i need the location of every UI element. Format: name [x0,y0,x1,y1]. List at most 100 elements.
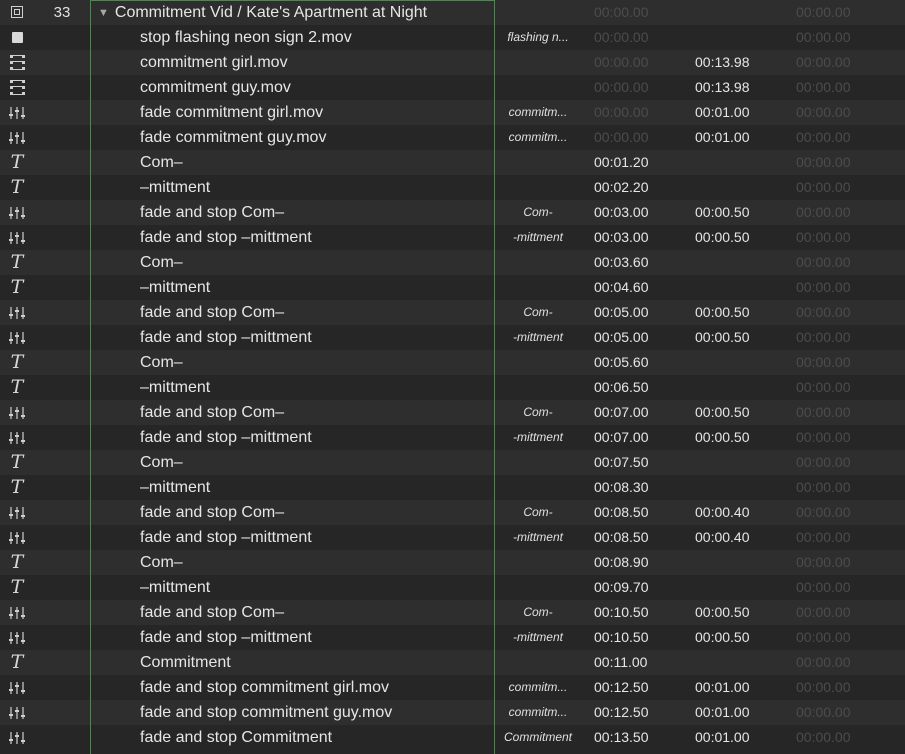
cue-name[interactable]: Com– [140,550,490,575]
cue-name[interactable]: fade and stop commitment girl.mov [140,675,490,700]
cue-row[interactable]: T Commitment 00:11.00 00:00.00 [0,650,905,675]
cue-name[interactable]: –mittment [140,375,490,400]
cue-number [34,350,90,375]
cue-name[interactable]: fade and stop –mittment [140,425,490,450]
cue-name[interactable]: fade and stop –mittment [140,325,490,350]
duration [695,475,775,500]
cue-name[interactable]: commitment guy.mov [140,75,490,100]
cue-row[interactable]: T –mittment 00:08.30 00:00.00 [0,475,905,500]
cue-row[interactable]: T –mittment 00:02.20 00:00.00 [0,175,905,200]
cue-row[interactable]: T Com– 00:07.50 00:00.00 [0,450,905,475]
cue-row[interactable]: commitment girl.mov 00:00.00 00:13.98 00:00… [0,50,905,75]
cue-name[interactable]: Com– [140,250,490,275]
cue-name[interactable]: fade and stop Com– [140,600,490,625]
cue-row[interactable]: T –mittment 00:06.50 00:00.00 [0,375,905,400]
text-icon: T [10,476,24,498]
cue-row[interactable]: fade and stop Com– Com- 00:03.00 00:00.50 00… [0,200,905,225]
cue-row[interactable]: T Com– 00:01.20 00:00.00 [0,150,905,175]
post-wait: 00:00.00 [796,254,851,270]
post-wait: 00:00.00 [796,654,851,670]
cue-row[interactable]: fade and stop –mittment -mittment 00:08.50… [0,525,905,550]
cue-row[interactable]: fade commitment guy.mov commitm... 00:00.0… [0,125,905,150]
cue-row[interactable]: stop flashing neon sign 2.mov flashing n.… [0,25,905,50]
cue-name[interactable]: –mittment [140,175,490,200]
text-icon: T [10,451,24,473]
cue-row[interactable]: commitment guy.mov 00:00.00 00:13.98 00:00.… [0,75,905,100]
text-icon: T [10,251,24,273]
fade-icon [0,400,34,425]
pre-wait: 00:00.00 [594,129,649,145]
cue-name[interactable]: Commitment [140,650,490,675]
cue-name[interactable]: fade commitment guy.mov [140,125,490,150]
cue-row[interactable]: T Com– 00:08.90 00:00.00 [0,550,905,575]
cue-name[interactable]: –mittment [140,275,490,300]
cue-name[interactable]: fade and stop –mittment [140,625,490,650]
cue-name[interactable]: fade and stop Commitment [140,725,490,750]
cue-number [34,700,90,725]
duration [695,450,775,475]
cue-row[interactable]: fade commitment girl.mov commitm... 00:00.… [0,100,905,125]
post-wait: 00:00.00 [796,229,851,245]
cue-name[interactable]: fade commitment girl.mov [140,100,490,125]
cue-target: Com- [523,405,553,419]
duration [695,375,775,400]
cue-target: commitm... [508,680,568,694]
post-wait: 00:00.00 [796,29,851,45]
group-cue-row[interactable]: 33 ▼ Commitment Vid / Kate's Apartment at… [0,0,905,25]
duration [695,250,775,275]
cue-row[interactable]: fade and stop –mittment -mittment 00:07.00… [0,425,905,450]
cue-number [34,425,90,450]
duration [695,650,775,675]
post-wait: 00:00.00 [796,54,851,70]
cue-number [34,75,90,100]
cue-name[interactable]: fade and stop –mittment [140,225,490,250]
cue-row[interactable]: fade and stop –mittment -mittment 00:10.50… [0,625,905,650]
duration: 00:00.50 [695,629,750,645]
cue-row[interactable]: fade and stop Com– Com- 00:10.50 00:00.50 00… [0,600,905,625]
cue-target [497,475,579,500]
cue-name[interactable]: fade and stop Com– [140,500,490,525]
cue-name[interactable]: –mittment [140,475,490,500]
cue-row[interactable]: T –mittment 00:09.70 00:00.00 [0,575,905,600]
cue-name[interactable]: fade and stop –mittment [140,525,490,550]
cue-name[interactable]: fade and stop Com– [140,200,490,225]
cue-name[interactable]: –mittment [140,575,490,600]
cue-row[interactable]: fade and stop Com– Com- 00:08.50 00:00.40 00… [0,500,905,525]
pre-wait: 00:12.50 [594,704,649,720]
cue-row[interactable]: fade and stop Com– Com- 00:05.00 00:00.50 00… [0,300,905,325]
pre-wait: 00:05.00 [594,329,649,345]
fade-icon [0,125,34,150]
cue-name[interactable]: fade and stop Com– [140,400,490,425]
cue-row[interactable]: fade and stop –mittment -mittment 00:03.00… [0,225,905,250]
cue-target [497,450,579,475]
cue-name[interactable]: Com– [140,150,490,175]
text-icon: T [10,376,24,398]
duration: 00:00.50 [695,204,750,220]
cue-target [497,575,579,600]
duration: 00:13.98 [695,54,750,70]
disclosure-triangle-icon[interactable]: ▼ [98,1,109,25]
cue-target [497,275,579,300]
cue-number [34,100,90,125]
cue-row[interactable]: T Com– 00:03.60 00:00.00 [0,250,905,275]
cue-name[interactable]: fade and stop Com– [140,300,490,325]
group-cue-name[interactable]: ▼ Commitment Vid / Kate's Apartment at Ni… [98,0,448,25]
cue-name[interactable]: fade and stop commitment guy.mov [140,700,490,725]
cue-name[interactable]: Com– [140,350,490,375]
cue-target: -mittment [512,530,563,544]
cue-row[interactable]: T –mittment 00:04.60 00:00.00 [0,275,905,300]
cue-row[interactable]: fade and stop Com– Com- 00:07.00 00:00.50 00… [0,400,905,425]
cue-row[interactable]: T Com– 00:05.60 00:00.00 [0,350,905,375]
cue-row[interactable]: fade and stop Commitment Commitment 00:13.… [0,725,905,750]
post-wait: 00:00.00 [796,154,851,170]
cue-row[interactable]: fade and stop –mittment -mittment 00:05.00… [0,325,905,350]
text-icon: T [10,276,24,298]
post-wait: 00:00.00 [796,204,851,220]
cue-number [34,225,90,250]
cue-name[interactable]: Com– [140,450,490,475]
cue-row[interactable]: fade and stop commitment girl.mov commitm… [0,675,905,700]
cue-row[interactable]: fade and stop commitment guy.mov commitm.… [0,700,905,725]
cue-target: Com- [523,605,553,619]
cue-name[interactable]: commitment girl.mov [140,50,490,75]
cue-name[interactable]: stop flashing neon sign 2.mov [140,25,490,50]
